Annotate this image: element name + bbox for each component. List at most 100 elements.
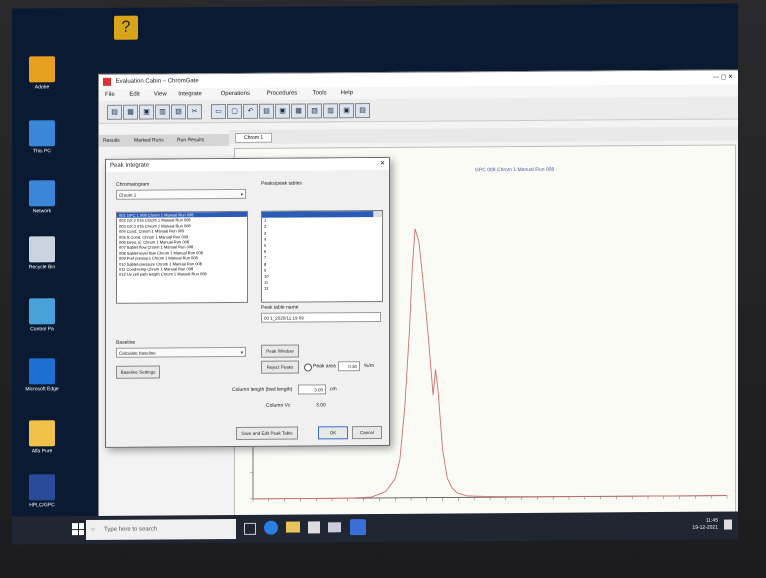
menu-tools[interactable]: Tools xyxy=(313,87,327,99)
recycle-bin-icon xyxy=(29,236,55,263)
toolbar-button-icon[interactable]: ▭ xyxy=(211,104,226,120)
app-logo-icon xyxy=(103,77,111,86)
app-taskbar-icon[interactable] xyxy=(350,519,366,536)
desktop-icon-label: Microsoft Edge xyxy=(25,386,59,393)
peak-table-name-input[interactable]: 00 1_2020/11 19 09 xyxy=(261,311,381,323)
desktop-icon-label: Adobe xyxy=(34,84,50,91)
toolbar-button-icon[interactable]: ▣ xyxy=(275,103,290,119)
mail-taskbar-icon[interactable] xyxy=(328,522,341,533)
peak-list-scrollbar[interactable] xyxy=(373,210,382,218)
computer-icon xyxy=(29,120,55,147)
peak-area-input[interactable]: 0.30 xyxy=(338,361,360,372)
toolbar-button-icon[interactable]: ✂ xyxy=(187,104,202,120)
screen: Adobe This PC Network Recycle Bin Control Pa… xyxy=(12,3,738,545)
toolbar-button-icon[interactable]: ▥ xyxy=(155,104,170,120)
dialog-close-icon[interactable]: ✕ xyxy=(380,158,385,170)
column-length-label: Column length (bed length) xyxy=(232,386,293,393)
cancel-button[interactable]: Cancel xyxy=(352,425,382,440)
start-windows-icon[interactable] xyxy=(72,523,84,536)
toolbar: ▤ ▦ ▣ ▥ ▧ ✂ ▭ ▢ ↶ ▤ ▣ ▦ ▧ ▥ ▣ ▤ xyxy=(99,96,738,124)
desktop-icon-label: Recycle Bin xyxy=(28,264,56,271)
control-panel-icon xyxy=(29,298,55,325)
desktop-icon[interactable]: Adobe xyxy=(16,56,68,90)
desktop-icon-label: Network xyxy=(32,208,52,215)
tab-chrom-1[interactable]: Chrom 1 xyxy=(235,132,273,143)
peak-list-item[interactable]: 12 xyxy=(262,285,382,292)
column-vc-value: 3.00 xyxy=(316,402,326,409)
chevron-down-icon: ▾ xyxy=(240,191,243,197)
network-icon xyxy=(29,180,55,207)
toolbar-button-icon[interactable]: ↶ xyxy=(243,103,258,119)
menu-file[interactable]: File xyxy=(105,89,115,101)
peak-area-radio[interactable] xyxy=(304,363,312,372)
taskbar: ○ Type here to search 11:45 19-12-2021 xyxy=(12,511,738,545)
peak-list-label: Peaks/peak tables xyxy=(261,180,302,187)
left-panel-tabs: Results Marked Runs Run Results xyxy=(99,134,229,147)
menu-integrate[interactable]: Integrate xyxy=(178,88,202,100)
menu-operations[interactable]: Operations xyxy=(221,88,250,100)
column-length-input[interactable]: 3.00 xyxy=(298,384,326,395)
toolbar-button-icon[interactable]: ▦ xyxy=(291,103,306,119)
window-title: Evaluation Cabin – ChromGate xyxy=(115,78,199,85)
chromatogram-select[interactable]: Chrom 1 ▾ xyxy=(116,188,246,200)
tab-marked-runs[interactable]: Marked Runs xyxy=(134,134,164,146)
tab-run-results[interactable]: Run Results xyxy=(177,134,204,146)
app-icon xyxy=(29,474,55,501)
peak-window-button[interactable]: Peak Window xyxy=(261,344,299,358)
menu-view[interactable]: View xyxy=(154,88,167,100)
folder-icon xyxy=(29,420,55,447)
save-edit-peak-table-button[interactable]: Save and Edit Peak Table xyxy=(236,426,298,440)
reject-peaks-button[interactable]: Reject Peaks xyxy=(261,360,299,374)
window-controls[interactable]: — ▢ ✕ xyxy=(713,71,733,85)
search-icon: ○ xyxy=(91,526,95,533)
chromatogram-list-item[interactable]: 012 Uv cell path length Chrom 1 Manual R… xyxy=(117,271,247,278)
baseline-settings-button[interactable]: Baseline Settings xyxy=(116,365,160,379)
document-tab-bar: Chrom 1 xyxy=(229,126,738,145)
edge-taskbar-icon[interactable] xyxy=(264,520,278,535)
desktop-icon[interactable]: This PC xyxy=(16,120,68,154)
menu-help[interactable]: Help xyxy=(341,87,353,99)
desktop-icon-label: This PC xyxy=(33,148,51,155)
toolbar-button-icon[interactable]: ▢ xyxy=(227,103,242,120)
desktop-icon[interactable]: Network xyxy=(16,180,68,214)
legend-label: GPC 008 Chrom 1 Manual Run 008 xyxy=(475,167,554,174)
baseline-select[interactable]: Calculate baseline ▾ xyxy=(116,346,246,358)
desktop-icon[interactable]: Control Pa xyxy=(16,298,68,332)
evaluation-window: Evaluation Cabin – ChromGate — ▢ ✕ File E… xyxy=(98,69,738,528)
menu-procedures[interactable]: Procedures xyxy=(267,88,298,100)
desktop-icon[interactable]: Alfa Pure xyxy=(16,420,68,454)
notification-icon[interactable] xyxy=(724,519,732,530)
desktop-icon-label: HPLC/GPC xyxy=(29,502,55,509)
column-length-unit: cm xyxy=(330,386,337,393)
ok-button[interactable]: OK xyxy=(318,426,348,440)
help-shortcut-icon[interactable]: ? xyxy=(114,15,138,40)
baseline-select-value: Calculate baseline xyxy=(119,350,156,356)
peak-area-label: Peak area xyxy=(313,363,336,370)
toolbar-button-icon[interactable]: ▧ xyxy=(171,104,186,120)
menu-edit[interactable]: Edit xyxy=(129,89,139,101)
toolbar-button-icon[interactable]: ▣ xyxy=(339,103,354,119)
toolbar-button-icon[interactable]: ▤ xyxy=(259,103,274,119)
taskbar-search-input[interactable]: ○ Type here to search xyxy=(86,518,236,541)
desktop-icon[interactable]: Recycle Bin xyxy=(16,236,68,270)
toolbar-button-icon[interactable]: ▥ xyxy=(323,103,338,119)
desktop-icon[interactable]: HPLC/GPC xyxy=(16,474,68,508)
toolbar-button-icon[interactable]: ▦ xyxy=(123,104,138,120)
peak-integrate-dialog: Peak Integrate ✕ Chromatogram Chrom 1 ▾ … xyxy=(105,156,390,448)
clock-date: 19-12-2021 xyxy=(692,524,718,531)
chromatogram-list[interactable]: 001 GPC 1 008 Chrom 1 Manual Run 008 002 … xyxy=(116,210,248,304)
peak-table-list[interactable]: 1 2 3 4 5 6 7 8 9 10 11 12 xyxy=(261,209,383,303)
desktop-icon[interactable]: Microsoft Edge xyxy=(16,358,68,392)
system-tray: 11:45 19-12-2021 xyxy=(692,518,718,532)
store-taskbar-icon[interactable] xyxy=(308,521,320,534)
explorer-taskbar-icon[interactable] xyxy=(286,521,300,533)
dialog-titlebar: Peak Integrate ✕ xyxy=(106,157,389,172)
task-view-icon[interactable] xyxy=(244,522,256,535)
chevron-down-icon: ▾ xyxy=(240,349,243,355)
toolbar-button-icon[interactable]: ▤ xyxy=(355,103,370,119)
toolbar-button-icon[interactable]: ▧ xyxy=(307,103,322,119)
tab-results[interactable]: Results xyxy=(103,135,120,147)
peak-area-unit: %/m xyxy=(364,363,374,370)
toolbar-button-icon[interactable]: ▣ xyxy=(139,104,154,120)
toolbar-button-icon[interactable]: ▤ xyxy=(107,104,122,120)
